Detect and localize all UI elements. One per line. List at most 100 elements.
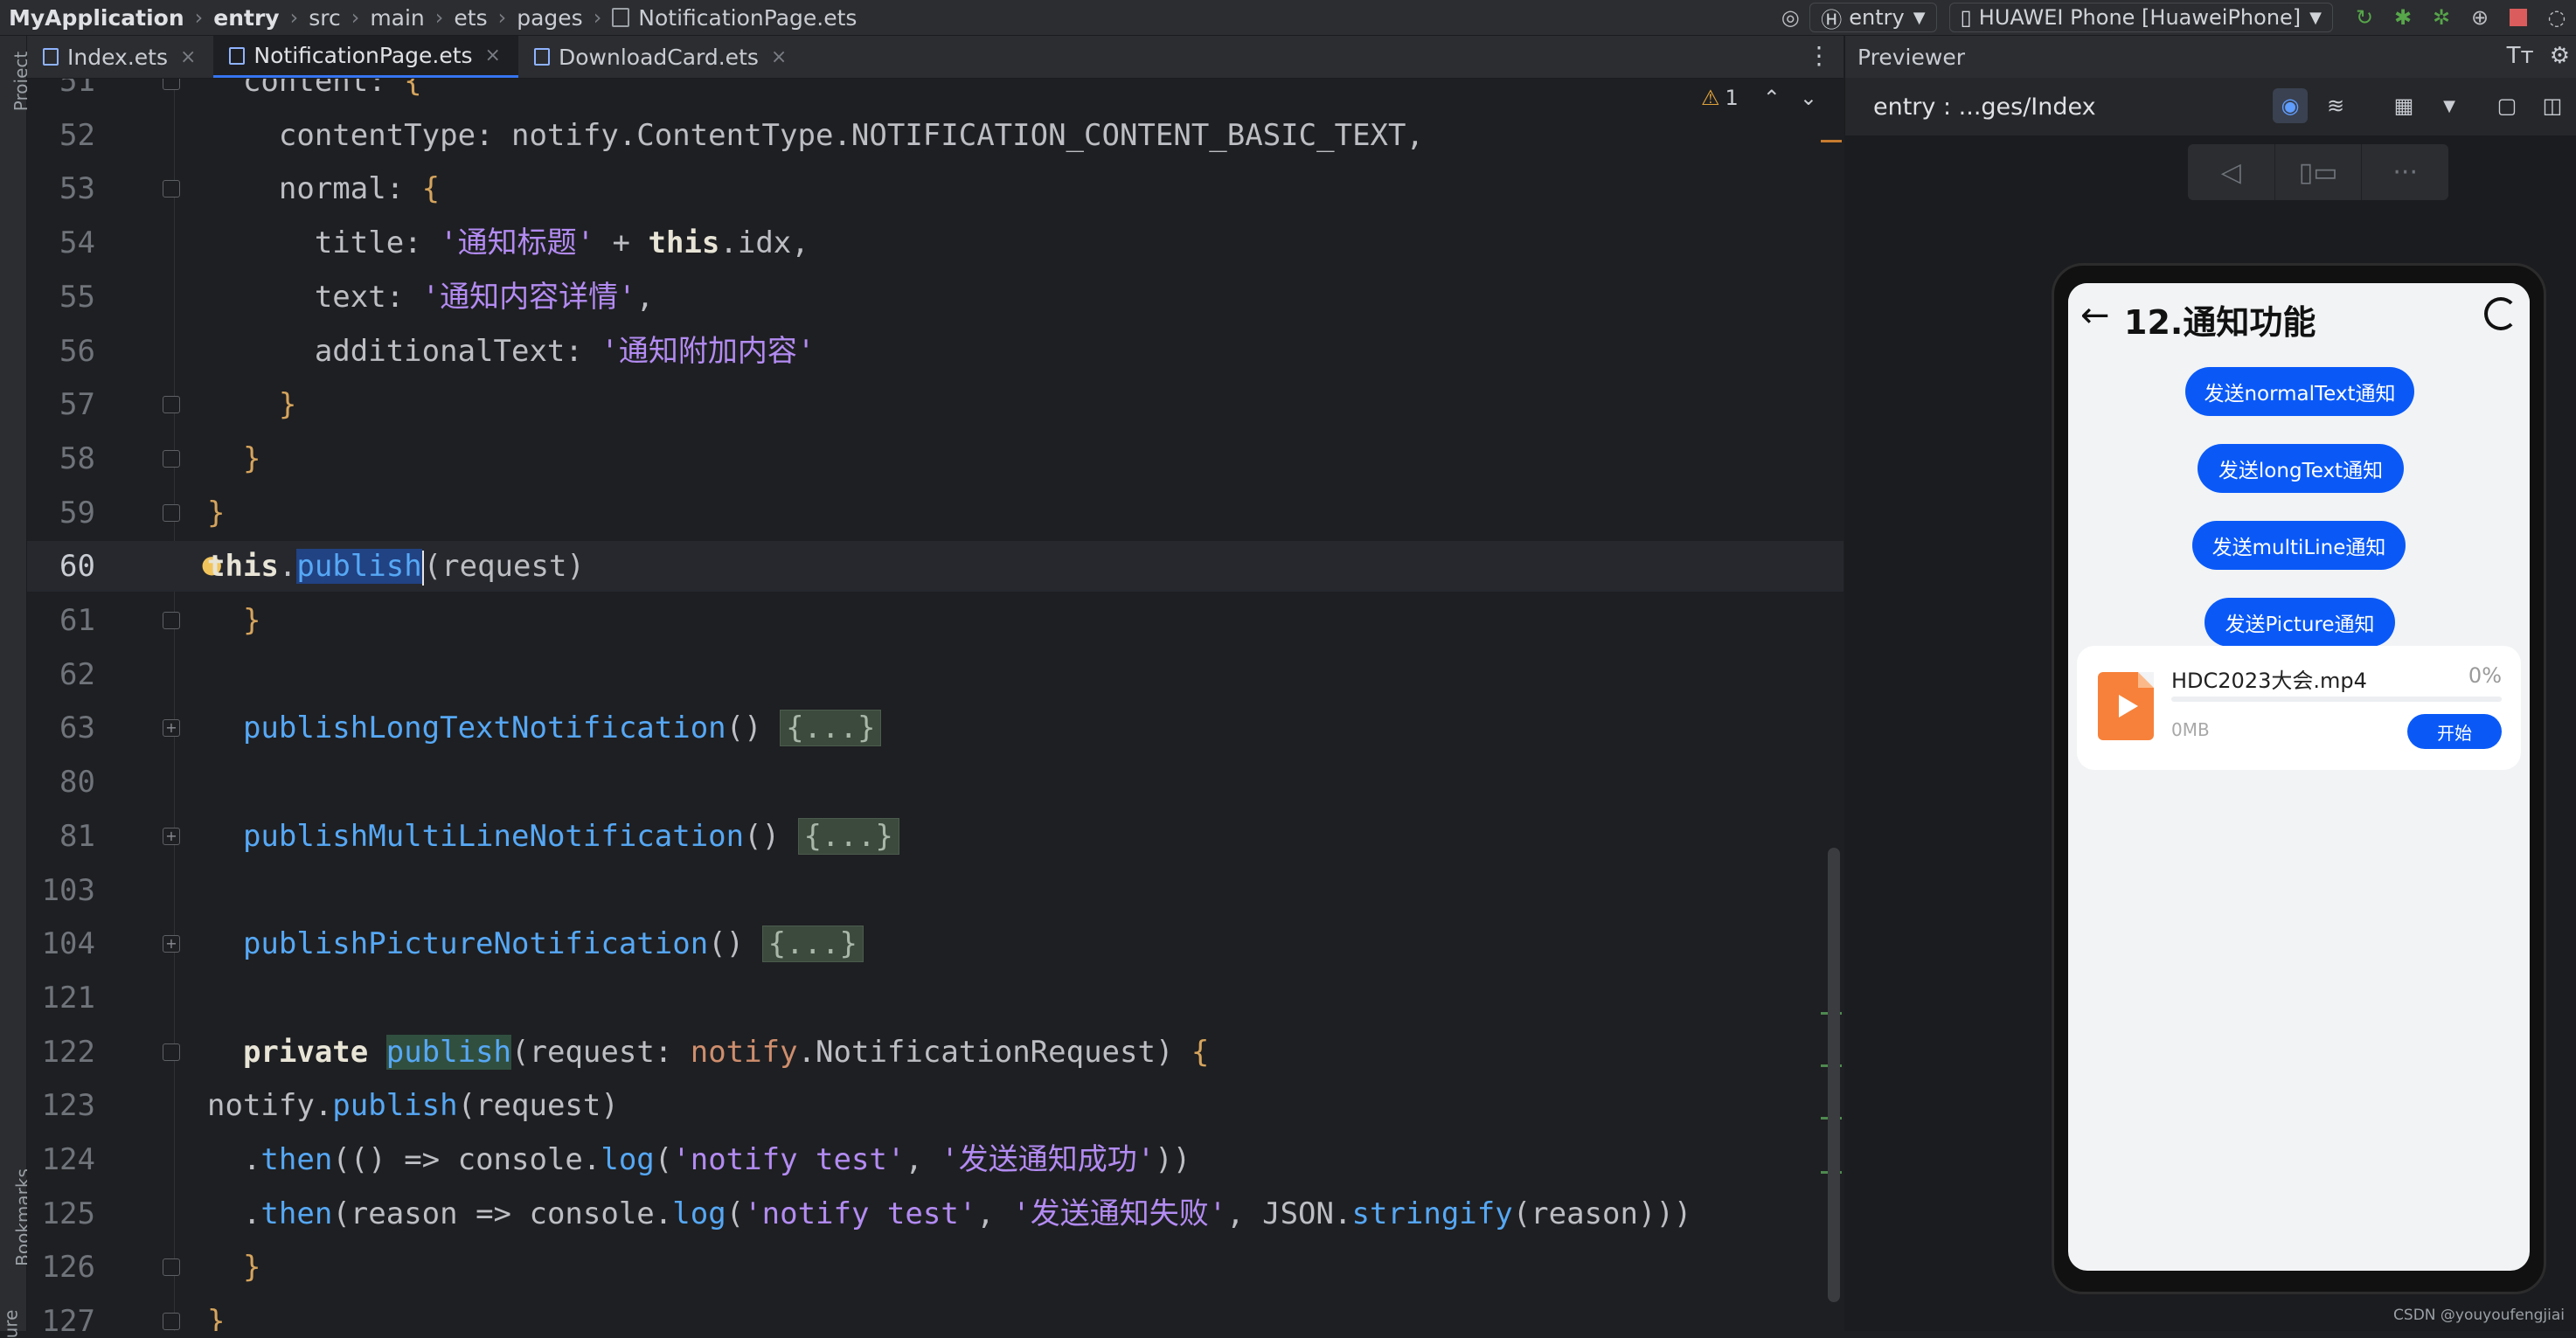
code-line[interactable]: 123 notify.publish(request) bbox=[27, 1080, 1843, 1131]
phone-frame: ← 12.通知功能 发送normalText通知 发送longText通知 发送… bbox=[2052, 263, 2546, 1294]
code-line[interactable]: 80 bbox=[27, 757, 1843, 808]
collapse-fold-icon[interactable] bbox=[163, 79, 180, 90]
code-line[interactable]: 104 + publishPictureNotification() {...} bbox=[27, 919, 1843, 969]
close-icon[interactable]: × bbox=[771, 46, 787, 68]
code-line[interactable]: 126 } bbox=[27, 1242, 1843, 1293]
inspector-icon[interactable]: ▢ bbox=[2489, 88, 2524, 123]
tab-label: Index.ets bbox=[67, 44, 168, 70]
debug-icon[interactable]: ✱ bbox=[2391, 5, 2415, 30]
collapse-fold-icon[interactable] bbox=[163, 612, 180, 629]
code-line[interactable]: 53 normal: { bbox=[27, 163, 1843, 214]
settings-icon[interactable]: ⚙ bbox=[2550, 43, 2570, 69]
start-download-button[interactable]: 开始 bbox=[2407, 714, 2502, 749]
code-line[interactable]: 81 + publishMultiLineNotification() {...} bbox=[27, 811, 1843, 862]
code-line[interactable]: 59} bbox=[27, 488, 1843, 538]
error-stripe-mark[interactable] bbox=[1821, 140, 1842, 142]
send-normal-text-button[interactable]: 发送normalText通知 bbox=[2185, 367, 2414, 416]
send-picture-button[interactable]: 发送Picture通知 bbox=[2205, 598, 2395, 647]
code-line[interactable]: 127} bbox=[27, 1296, 1843, 1331]
code-line[interactable]: 58 } bbox=[27, 433, 1843, 484]
refresh-icon[interactable] bbox=[2484, 297, 2517, 330]
code-line[interactable]: 103 bbox=[27, 865, 1843, 916]
chevron-down-icon[interactable]: ▼ bbox=[2432, 88, 2467, 123]
close-icon[interactable]: × bbox=[180, 46, 196, 68]
text-size-icon[interactable]: Tт bbox=[2507, 43, 2534, 69]
line-number: 59 bbox=[59, 495, 95, 530]
send-long-text-button[interactable]: 发送longText通知 bbox=[2198, 444, 2404, 493]
play-icon bbox=[2119, 695, 2138, 718]
code-text: contentType: notify.ContentType.NOTIFICA… bbox=[207, 117, 1424, 153]
collapse-fold-icon[interactable] bbox=[163, 503, 180, 522]
code-line[interactable]: 57 } bbox=[27, 379, 1843, 430]
grid-icon[interactable]: ▦ bbox=[2386, 88, 2421, 123]
device-selector[interactable]: ▯ HUAWEI Phone [HuaweiPhone] ▼ bbox=[1948, 3, 2333, 32]
code-line[interactable]: 62 bbox=[27, 649, 1843, 700]
breadcrumb-src[interactable]: src bbox=[309, 5, 341, 31]
code-line[interactable]: 60 ● this.publish(request) bbox=[27, 541, 1843, 593]
breadcrumb-project[interactable]: MyApplication bbox=[9, 5, 184, 31]
code-line[interactable]: 54 title: '通知标题' + this.idx, bbox=[27, 218, 1843, 268]
breadcrumb-main[interactable]: main bbox=[370, 5, 424, 31]
rerun-icon[interactable]: ↻ bbox=[2352, 5, 2377, 30]
rotate-icon[interactable]: ◫ bbox=[2535, 88, 2570, 123]
device-rotate-icon[interactable]: ▯▭ bbox=[2275, 144, 2363, 200]
chevron-up-icon[interactable]: ⌃ bbox=[1763, 86, 1781, 110]
breadcrumb-file[interactable]: NotificationPage.ets bbox=[638, 5, 857, 31]
chevron-down-icon[interactable]: ⌄ bbox=[1800, 86, 1817, 110]
tab-notificationpage-ets[interactable]: NotificationPage.ets × bbox=[213, 36, 518, 78]
breadcrumb-ets[interactable]: ets bbox=[454, 5, 487, 31]
line-number: 63 bbox=[59, 711, 95, 746]
profiler-icon[interactable]: ⊕ bbox=[2468, 5, 2492, 30]
previewer-page-path[interactable]: entry : ...ges/Index bbox=[1873, 94, 2096, 121]
run-config-selector[interactable]: Ⓗ entry ▼ bbox=[1809, 3, 1937, 32]
collapse-fold-icon[interactable] bbox=[163, 449, 180, 468]
code-line[interactable]: 56 additionalText: '通知附加内容' bbox=[27, 326, 1843, 377]
code-line[interactable]: 125 .then(reason => console.log('notify … bbox=[27, 1189, 1843, 1239]
code-text: .then(() => console.log('notify test', '… bbox=[207, 1142, 1191, 1177]
eye-icon[interactable]: ◉ bbox=[2273, 88, 2308, 123]
code-line[interactable]: 124 .then(() => console.log('notify test… bbox=[27, 1134, 1843, 1185]
back-nav-icon[interactable]: ◁ bbox=[2188, 144, 2275, 200]
collapse-fold-icon[interactable] bbox=[163, 1258, 180, 1277]
code-text: } bbox=[242, 440, 261, 476]
close-icon[interactable]: × bbox=[485, 45, 501, 66]
code-line[interactable]: 52 contentType: notify.ContentType.NOTIF… bbox=[27, 110, 1843, 161]
previewer-nav-controls: ◁ ▯▭ ··· bbox=[2188, 144, 2448, 200]
collapse-fold-icon[interactable] bbox=[163, 1043, 180, 1061]
tabs-menu-icon[interactable]: ⋮ bbox=[1807, 41, 1831, 70]
line-number: 58 bbox=[59, 440, 95, 476]
code-line[interactable]: 121 bbox=[27, 973, 1843, 1023]
collapse-fold-icon[interactable] bbox=[163, 180, 180, 198]
expand-fold-icon[interactable]: + bbox=[163, 827, 180, 845]
line-number: 121 bbox=[41, 980, 95, 1016]
code-line[interactable]: 63 + publishLongTextNotification() {...} bbox=[27, 703, 1843, 753]
code-editor[interactable]: 51 content: { 52 contentType: notify.Cont… bbox=[27, 79, 1843, 1331]
code-line[interactable]: 122 private publish(request: notify.Noti… bbox=[27, 1027, 1843, 1078]
attach-debugger-icon[interactable]: ✲ bbox=[2429, 5, 2454, 30]
line-number: 55 bbox=[59, 279, 95, 315]
editor-scrollbar[interactable] bbox=[1828, 848, 1840, 1302]
stop-icon[interactable] bbox=[2506, 5, 2531, 30]
collapse-fold-icon[interactable] bbox=[163, 1313, 180, 1331]
tab-downloadcard-ets[interactable]: DownloadCard.ets × bbox=[518, 36, 804, 78]
expand-fold-icon[interactable]: + bbox=[163, 719, 180, 738]
breadcrumb-module[interactable]: entry bbox=[213, 5, 279, 31]
breadcrumb-pages[interactable]: pages bbox=[517, 5, 582, 31]
more-options-icon[interactable]: ··· bbox=[2362, 144, 2448, 200]
code-line[interactable]: 51 content: { bbox=[27, 79, 1843, 107]
more-icon[interactable]: ◌ bbox=[2545, 5, 2569, 30]
code-text: } bbox=[207, 1304, 226, 1331]
layers-icon[interactable]: ≋ bbox=[2318, 88, 2353, 123]
back-arrow-icon[interactable]: ← bbox=[2080, 295, 2110, 336]
phone-screen: ← 12.通知功能 发送normalText通知 发送longText通知 发送… bbox=[2068, 283, 2530, 1271]
expand-fold-icon[interactable]: + bbox=[163, 935, 180, 953]
inspection-widget[interactable]: ⚠ 1 ⌃ ⌄ bbox=[1701, 86, 1817, 110]
structure-tool-tab[interactable]: ure bbox=[0, 1310, 21, 1338]
code-line[interactable]: 55 text: '通知内容详情', bbox=[27, 272, 1843, 322]
collapse-fold-icon[interactable] bbox=[163, 396, 180, 414]
send-multi-line-button[interactable]: 发送multiLine通知 bbox=[2192, 521, 2406, 570]
tab-index-ets[interactable]: Index.ets × bbox=[27, 36, 213, 78]
target-icon[interactable]: ◎ bbox=[1778, 5, 1802, 30]
left-tool-strip: Project Bookmarks ure bbox=[0, 36, 33, 1338]
code-line[interactable]: 61 } bbox=[27, 595, 1843, 646]
